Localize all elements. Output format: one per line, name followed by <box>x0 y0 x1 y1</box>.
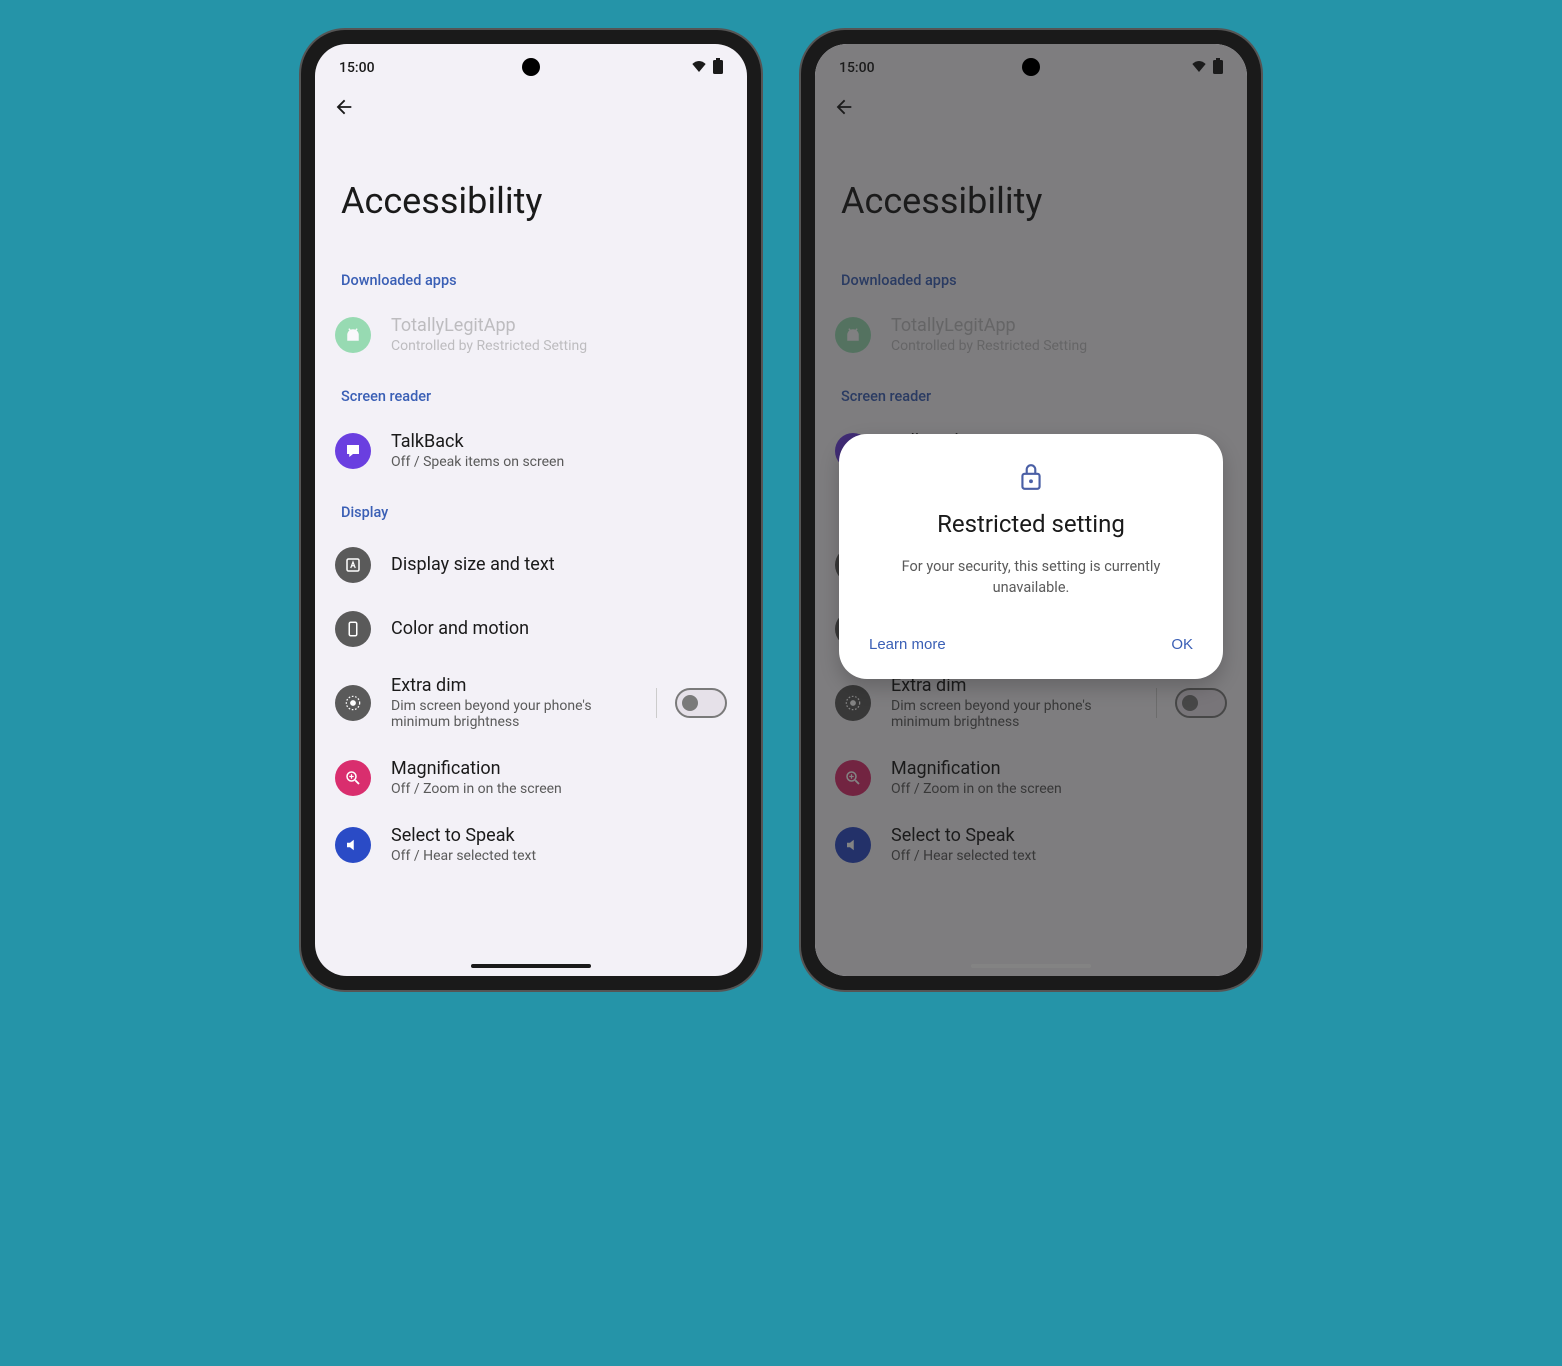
item-select-to-speak[interactable]: Select to Speak Off / Hear selected text <box>315 811 747 878</box>
dialog-actions: Learn more OK <box>863 628 1199 661</box>
text-size-icon <box>335 547 371 583</box>
restricted-setting-dialog: Restricted setting For your security, th… <box>839 434 1223 679</box>
dialog-title: Restricted setting <box>863 510 1199 538</box>
item-subtitle: Controlled by Restricted Setting <box>391 338 727 354</box>
phone-frame-right: 15:00 Accessibility Downloaded apps Tota… <box>801 30 1261 990</box>
item-extra-dim[interactable]: Extra dim Dim screen beyond your phone's… <box>315 661 747 744</box>
extra-dim-toggle[interactable] <box>675 688 727 718</box>
speak-icon <box>335 827 371 863</box>
item-subtitle: Off / Speak items on screen <box>391 454 727 470</box>
dim-icon <box>335 685 371 721</box>
section-screen-reader: Screen reader <box>315 368 747 417</box>
item-text: Magnification Off / Zoom in on the scree… <box>391 758 727 797</box>
item-display-size-text[interactable]: Display size and text <box>315 533 747 597</box>
section-downloaded-apps: Downloaded apps <box>315 252 747 301</box>
status-bar: 15:00 <box>315 44 747 86</box>
item-title: Select to Speak <box>391 825 727 846</box>
item-magnification[interactable]: Magnification Off / Zoom in on the scree… <box>315 744 747 811</box>
status-time: 15:00 <box>339 60 375 76</box>
item-title: Display size and text <box>391 554 727 575</box>
ok-button[interactable]: OK <box>1165 628 1199 661</box>
lock-icon <box>863 462 1199 496</box>
item-subtitle: Off / Hear selected text <box>391 848 727 864</box>
item-subtitle: Dim screen beyond your phone's minimum b… <box>391 698 628 730</box>
item-text: TalkBack Off / Speak items on screen <box>391 431 727 470</box>
talkback-icon <box>335 433 371 469</box>
item-text: Display size and text <box>391 554 727 577</box>
item-title: TalkBack <box>391 431 727 452</box>
item-text: TotallyLegitApp Controlled by Restricted… <box>391 315 727 354</box>
status-icons <box>691 58 723 78</box>
item-title: Magnification <box>391 758 727 779</box>
page-title: Accessibility <box>315 132 747 252</box>
item-title: TotallyLegitApp <box>391 315 727 336</box>
app-item-totallylegitapp[interactable]: TotallyLegitApp Controlled by Restricted… <box>315 301 747 368</box>
nav-bar <box>315 86 747 132</box>
section-display: Display <box>315 484 747 533</box>
item-text: Extra dim Dim screen beyond your phone's… <box>391 675 628 730</box>
battery-icon <box>713 58 723 78</box>
item-talkback[interactable]: TalkBack Off / Speak items on screen <box>315 417 747 484</box>
screen-right: 15:00 Accessibility Downloaded apps Tota… <box>815 44 1247 976</box>
phone-frame-left: 15:00 Accessibility Downloaded apps Tota… <box>301 30 761 990</box>
wifi-icon <box>691 60 707 76</box>
android-icon <box>335 317 371 353</box>
item-color-motion[interactable]: Color and motion <box>315 597 747 661</box>
dialog-body: For your security, this setting is curre… <box>863 556 1199 598</box>
toggle-divider <box>656 688 727 718</box>
magnify-icon <box>335 760 371 796</box>
learn-more-button[interactable]: Learn more <box>863 628 952 661</box>
home-indicator[interactable] <box>471 964 591 968</box>
screen-left: 15:00 Accessibility Downloaded apps Tota… <box>315 44 747 976</box>
item-title: Color and motion <box>391 618 727 639</box>
item-title: Extra dim <box>391 675 628 696</box>
back-arrow-icon[interactable] <box>333 103 355 122</box>
item-text: Select to Speak Off / Hear selected text <box>391 825 727 864</box>
item-subtitle: Off / Zoom in on the screen <box>391 781 727 797</box>
color-motion-icon <box>335 611 371 647</box>
item-text: Color and motion <box>391 618 727 641</box>
